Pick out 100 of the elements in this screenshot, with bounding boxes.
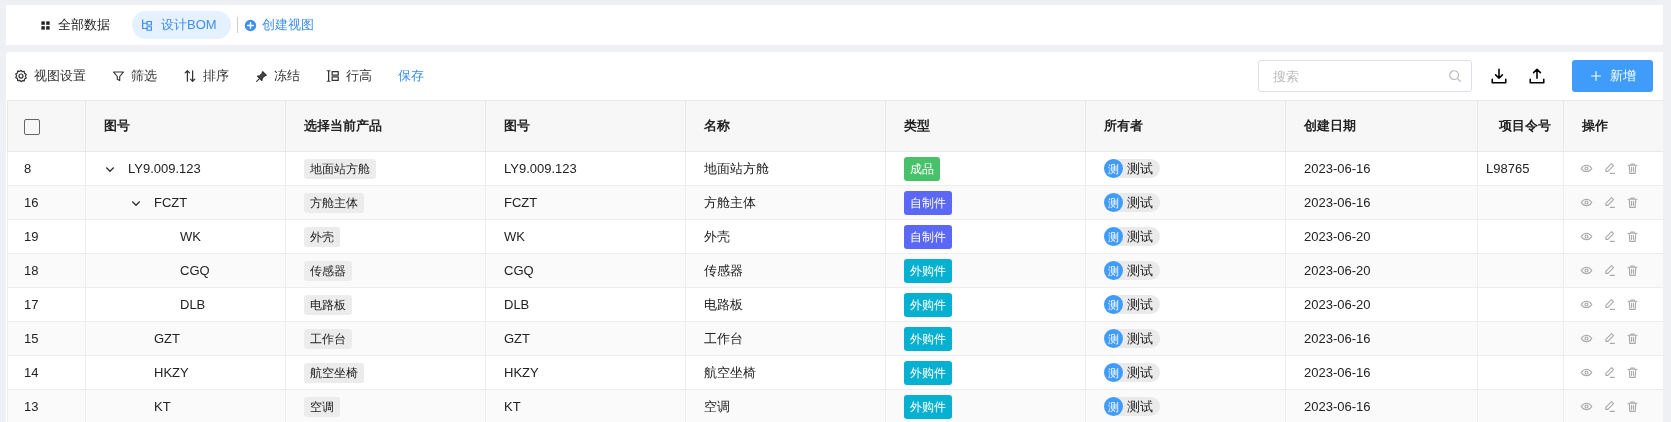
table-cell: CGQ — [504, 262, 534, 278]
gear-icon — [14, 69, 28, 83]
toolbar-button[interactable]: 冻结 — [255, 66, 300, 86]
table-cell: HKZY — [504, 364, 539, 380]
avatar: 测 — [1104, 193, 1123, 213]
toolbar-button[interactable]: 排序 — [183, 66, 229, 86]
table-cell: L98765 — [1486, 160, 1530, 176]
toolbar-button[interactable]: 行高 — [326, 66, 372, 86]
type-tag: 成品 — [904, 156, 940, 181]
avatar: 测 — [1104, 329, 1123, 349]
table-cell: 2023-06-16 — [1304, 194, 1371, 210]
row-number: 13 — [24, 398, 39, 414]
view-button[interactable] — [1580, 162, 1593, 175]
create-view-link[interactable]: 创建视图 — [261, 15, 314, 35]
save-link[interactable]: 保存 — [398, 66, 424, 86]
pencil-icon — [1603, 400, 1616, 413]
delete-button[interactable] — [1626, 332, 1639, 345]
view-button[interactable] — [1580, 366, 1593, 379]
view-button[interactable] — [1580, 400, 1593, 413]
trash-icon — [1626, 264, 1639, 277]
owner-name: 测试 — [1127, 364, 1153, 383]
trash-icon — [1626, 162, 1639, 175]
table-cell: 2023-06-20 — [1304, 262, 1371, 278]
table-cell: 2023-06-16 — [1304, 330, 1371, 346]
owner-name: 测试 — [1127, 160, 1153, 179]
table-cell: WK — [180, 228, 201, 244]
grid-icon — [40, 19, 51, 31]
row-number: 15 — [24, 330, 39, 346]
view-tab[interactable]: 全部数据 — [32, 11, 124, 39]
select-all-checkbox[interactable] — [24, 118, 40, 135]
search-icon — [1448, 69, 1462, 83]
table-cell: 传感器 — [704, 262, 743, 278]
edit-button[interactable] — [1603, 298, 1616, 311]
table-cell: FCZT — [154, 194, 188, 210]
type-tag: 外购件 — [904, 258, 952, 283]
eye-icon — [1580, 332, 1593, 345]
owner-name: 测试 — [1127, 398, 1153, 417]
table-cell: 外壳 — [704, 228, 730, 244]
trash-icon — [1626, 196, 1639, 209]
column-header: 图号 — [104, 118, 130, 134]
edit-button[interactable] — [1603, 162, 1616, 175]
eye-icon — [1580, 298, 1593, 311]
pencil-icon — [1603, 196, 1616, 209]
table-cell: 电路板 — [704, 296, 743, 312]
view-button[interactable] — [1580, 230, 1593, 243]
trash-icon — [1626, 366, 1639, 379]
delete-button[interactable] — [1626, 366, 1639, 379]
column-header: 图号 — [504, 118, 530, 134]
delete-button[interactable] — [1626, 196, 1639, 209]
pencil-icon — [1603, 230, 1616, 243]
table-cell: WK — [504, 228, 525, 244]
type-tag: 外购件 — [904, 292, 952, 317]
view-button[interactable] — [1580, 298, 1593, 311]
table-cell: CGQ — [180, 262, 210, 278]
column-header: 创建日期 — [1304, 118, 1356, 134]
column-header: 名称 — [704, 118, 730, 134]
table-cell: LY9.009.123 — [504, 160, 577, 176]
type-tag: 外购件 — [904, 360, 952, 385]
avatar: 测 — [1104, 261, 1123, 281]
trash-icon — [1626, 332, 1639, 345]
delete-button[interactable] — [1626, 162, 1639, 175]
table-cell: 2023-06-20 — [1304, 228, 1371, 244]
edit-button[interactable] — [1603, 230, 1616, 243]
edit-button[interactable] — [1603, 332, 1616, 345]
toolbar-button[interactable]: 视图设置 — [14, 66, 86, 86]
view-button[interactable] — [1580, 332, 1593, 345]
sort-arrows-icon — [183, 69, 197, 83]
edit-button[interactable] — [1603, 196, 1616, 209]
delete-button[interactable] — [1626, 264, 1639, 277]
row-height-icon — [326, 69, 340, 83]
table-cell: 2023-06-16 — [1304, 398, 1371, 414]
toolbar-button[interactable]: 筛选 — [112, 66, 157, 86]
product-tag: 传感器 — [304, 260, 352, 281]
product-tag: 工作台 — [304, 328, 352, 349]
edit-button[interactable] — [1603, 264, 1616, 277]
pencil-icon — [1603, 264, 1616, 277]
view-button[interactable] — [1580, 196, 1593, 209]
edit-button[interactable] — [1603, 366, 1616, 379]
delete-button[interactable] — [1626, 400, 1639, 413]
owner-name: 测试 — [1127, 296, 1153, 315]
view-button[interactable] — [1580, 264, 1593, 277]
product-tag: 外壳 — [304, 226, 340, 247]
table-cell: LY9.009.123 — [128, 160, 201, 176]
row-number: 17 — [24, 296, 39, 312]
product-tag: 航空坐椅 — [304, 362, 364, 383]
row-number: 18 — [24, 262, 39, 278]
pencil-icon — [1603, 162, 1616, 175]
edit-button[interactable] — [1603, 400, 1616, 413]
avatar: 测 — [1104, 159, 1123, 179]
delete-button[interactable] — [1626, 230, 1639, 243]
row-number: 19 — [24, 228, 39, 244]
eye-icon — [1580, 196, 1593, 209]
column-header: 项目令号 — [1499, 118, 1551, 134]
owner-name: 测试 — [1127, 330, 1153, 349]
pin-icon — [255, 69, 268, 83]
search-field[interactable]: 搜索 — [1258, 60, 1472, 92]
table-cell: HKZY — [154, 364, 189, 380]
column-header: 类型 — [904, 118, 930, 134]
pencil-icon — [1603, 298, 1616, 311]
delete-button[interactable] — [1626, 298, 1639, 311]
